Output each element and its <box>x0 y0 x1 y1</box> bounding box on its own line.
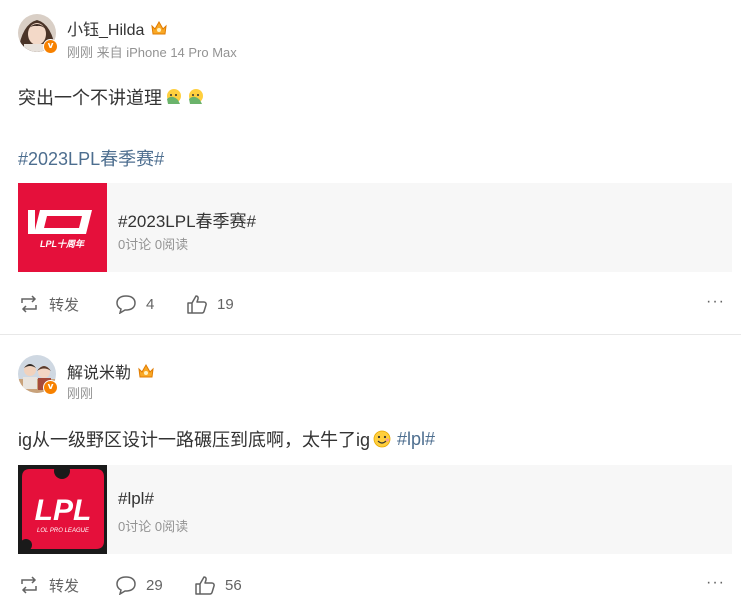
crown-badge-icon <box>151 20 168 35</box>
post-text: ig从一级野区设计一路碾压到底啊，太牛了ig #lpl# <box>18 426 435 452</box>
repost-icon <box>21 576 37 594</box>
repost-button[interactable]: 转发 <box>18 292 79 316</box>
more-options-button[interactable]: ··· <box>706 292 725 312</box>
like-count: 56 <box>225 576 242 594</box>
post-meta: 刚刚 <box>67 386 94 401</box>
repost-label: 转发 <box>49 577 80 595</box>
comment-icon <box>116 576 136 595</box>
like-count: 19 <box>217 295 234 313</box>
hashtag-link[interactable]: #2023LPL春季赛# <box>18 145 164 171</box>
like-button[interactable]: 19 <box>186 292 234 316</box>
topic-card[interactable]: LPL LOL PRO LEAGUE #lpl# 0讨论 0阅读 <box>18 465 732 554</box>
avatar[interactable]: v <box>18 14 58 54</box>
topic-card-title: #lpl# <box>118 489 154 508</box>
post-meta: 刚刚 来自 iPhone 14 Pro Max <box>67 45 237 60</box>
repost-icon <box>21 295 37 313</box>
verified-badge-icon: v <box>43 39 58 54</box>
facepalm-emoji-icon <box>167 89 181 104</box>
action-bar: 转发 29 56 ··· <box>0 573 741 597</box>
comment-button[interactable]: 29 <box>115 573 163 597</box>
comment-count: 29 <box>146 576 163 594</box>
facepalm-emoji-icon <box>189 89 203 104</box>
topic-card-stats: 0讨论 0阅读 <box>118 237 189 252</box>
verified-badge-icon: v <box>43 380 58 395</box>
logo-label: LPL十周年 <box>40 239 86 249</box>
crown-badge-icon <box>138 363 154 378</box>
topic-card-thumbnail: LPL LOL PRO LEAGUE <box>18 465 107 554</box>
logo-sublabel: LOL PRO LEAGUE <box>37 528 90 534</box>
avatar[interactable]: v <box>18 355 58 395</box>
logo-label: LPL <box>35 494 92 527</box>
topic-card-thumbnail: LPL十周年 <box>18 183 107 272</box>
repost-label: 转发 <box>49 296 80 314</box>
author-name-text: 小钰_Hilda <box>67 22 145 39</box>
action-bar: 转发 4 19 ··· <box>0 292 741 316</box>
thumbs-up-icon <box>195 576 215 595</box>
topic-card-title: #2023LPL春季赛# <box>118 212 256 231</box>
author-name-text: 解说米勒 <box>67 365 132 382</box>
lpl-logo-icon: LPL LOL PRO LEAGUE <box>18 465 107 554</box>
hashtag-link[interactable]: #lpl# <box>397 429 435 450</box>
topic-card-stats: 0讨论 0阅读 <box>118 519 189 534</box>
repost-button[interactable]: 转发 <box>18 573 79 597</box>
like-button[interactable]: 56 <box>194 573 242 597</box>
post-text-body: 突出一个不讲道理 <box>18 88 162 108</box>
author-name[interactable]: 小钰_Hilda <box>67 16 168 40</box>
comment-icon <box>116 295 136 314</box>
thumbs-up-icon <box>187 295 207 314</box>
more-options-button[interactable]: ··· <box>706 573 725 593</box>
weibo-post: v 小钰_Hilda 刚刚 来自 iPhone 14 Pro Max 突出一个不… <box>0 0 741 334</box>
author-name[interactable]: 解说米勒 <box>67 359 155 383</box>
lpl-anniversary-logo-icon: LPL十周年 <box>18 183 107 272</box>
comment-button[interactable]: 4 <box>115 292 154 316</box>
comment-count: 4 <box>146 295 155 313</box>
post-text-body: ig从一级野区设计一路碾压到底啊，太牛了ig <box>18 430 371 450</box>
grin-emoji-icon <box>373 430 391 448</box>
topic-card[interactable]: LPL十周年 #2023LPL春季赛# 0讨论 0阅读 <box>18 183 732 272</box>
weibo-post: v 解说米勒 刚刚 ig从一级野区设计一路碾压到底啊，太牛了ig #lpl# L… <box>0 335 741 605</box>
post-text: 突出一个不讲道理 <box>18 84 206 110</box>
